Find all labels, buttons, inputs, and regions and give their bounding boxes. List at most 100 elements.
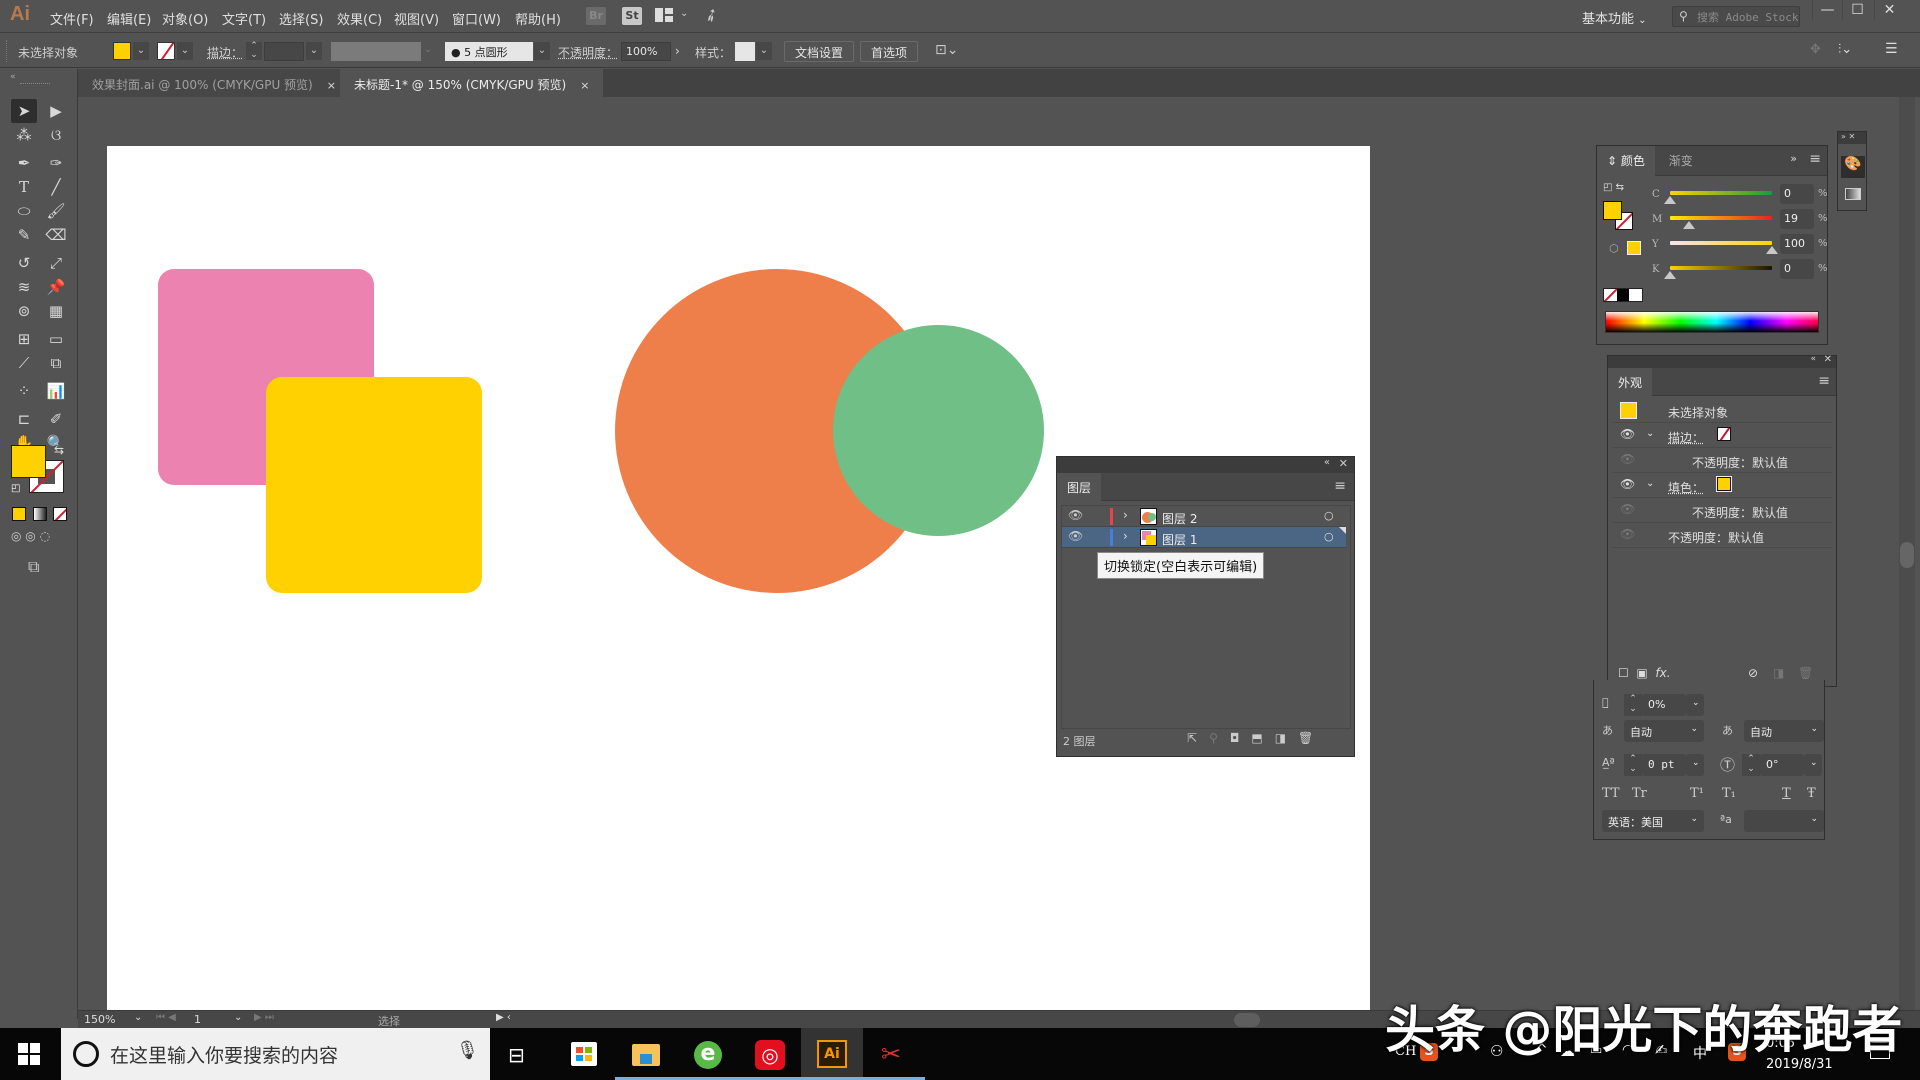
clear-appearance-icon[interactable]: ⊘ bbox=[1748, 666, 1758, 680]
drawing-modes[interactable]: ◎ ◎ ◌ bbox=[11, 529, 71, 549]
tab-gradient[interactable]: 渐变 bbox=[1659, 146, 1703, 175]
expand-panel-icon[interactable]: » bbox=[1790, 152, 1797, 165]
blend-tool-icon[interactable]: ⧉ bbox=[43, 351, 69, 375]
aki-right-select[interactable]: 自动 ⌄ bbox=[1744, 720, 1824, 742]
menu-effect[interactable]: 效果(C) bbox=[337, 9, 382, 28]
visibility-eye-icon[interactable]: 👁 bbox=[1068, 508, 1083, 522]
rotate-tool-icon[interactable]: ↺ bbox=[11, 251, 37, 275]
chevron-down-icon[interactable]: ⌄ bbox=[680, 8, 688, 19]
style-dropdown[interactable]: ⌄ bbox=[756, 42, 772, 60]
layer-name[interactable]: 图层 2 bbox=[1162, 510, 1197, 527]
channel-slider-track[interactable] bbox=[1670, 241, 1772, 245]
tab-layers[interactable]: 图层 bbox=[1057, 473, 1102, 501]
language-select[interactable]: 英语：美国 ⌄ bbox=[1602, 810, 1704, 832]
tab-color[interactable]: ⇕ 颜色 bbox=[1597, 146, 1655, 176]
status-menu-arrow[interactable]: ▶ ‹ bbox=[496, 1012, 511, 1023]
brush-definition[interactable]: ● 5 点圆形 bbox=[445, 42, 533, 61]
menu-window[interactable]: 窗口(W) bbox=[452, 9, 501, 28]
eyedropper-tool-icon[interactable]: ⟋ bbox=[11, 351, 37, 375]
opacity-default-label[interactable]: 不透明度：默认值 bbox=[1692, 504, 1788, 521]
maximize-button[interactable]: ☐ bbox=[1842, 0, 1872, 20]
fill-swatch[interactable] bbox=[1716, 476, 1732, 492]
artboard-tool-icon[interactable]: ⊏ bbox=[11, 407, 37, 431]
subscript-button[interactable]: T₁ bbox=[1722, 786, 1736, 801]
drag-handle[interactable] bbox=[20, 83, 50, 86]
vertical-scrollbar[interactable] bbox=[1899, 97, 1915, 1010]
bridge-icon[interactable]: Br bbox=[586, 7, 606, 25]
anti-aliasing-select[interactable]: ⌄ bbox=[1744, 810, 1824, 832]
fill-row[interactable]: 👁 ⌄ 填色： bbox=[1612, 473, 1832, 498]
delete-item-icon[interactable]: 🗑 bbox=[1798, 666, 1813, 680]
shaper-tool-icon[interactable]: ✎ bbox=[11, 223, 37, 247]
opacity-expand-icon[interactable]: › bbox=[675, 44, 680, 58]
visibility-eye-icon[interactable]: 👁 bbox=[1620, 527, 1635, 541]
channel-value-input[interactable]: 0 bbox=[1780, 184, 1814, 204]
visibility-eye-icon[interactable]: 👁 bbox=[1620, 502, 1635, 516]
scrollbar-thumb[interactable] bbox=[1900, 542, 1914, 568]
curvature-tool-icon[interactable]: ✑ bbox=[43, 151, 69, 175]
drag-handle[interactable] bbox=[6, 40, 8, 62]
magic-wand-tool-icon[interactable]: ⁂ bbox=[11, 123, 37, 147]
export-icon[interactable]: ⇱ bbox=[1187, 731, 1209, 745]
channel-slider-thumb[interactable] bbox=[1766, 246, 1778, 254]
black-swatch[interactable] bbox=[1616, 289, 1630, 301]
task-view-icon[interactable]: ⊟ bbox=[508, 1043, 525, 1067]
microphone-icon[interactable]: 🎙 bbox=[456, 1040, 479, 1061]
underline-button[interactable]: T bbox=[1782, 786, 1791, 801]
stroke-dropdown[interactable]: ⌄ bbox=[177, 42, 193, 60]
minimize-button[interactable]: — bbox=[1812, 0, 1842, 20]
stroke-weight-stepper[interactable]: ⌃ ⌄ bbox=[246, 42, 262, 60]
all-caps-button[interactable]: TT bbox=[1602, 786, 1620, 801]
collapse-panel-icon[interactable]: « bbox=[1324, 457, 1330, 468]
rotation-stepper[interactable]: ⌃ ⌄ bbox=[1742, 754, 1760, 776]
stroke-row[interactable]: 👁 ⌄ 描边： bbox=[1612, 423, 1832, 448]
panel-menu-icon[interactable]: ≡ bbox=[1809, 151, 1821, 167]
adobe-stock-search-input[interactable]: ⚲ 搜索 Adobe Stock bbox=[1672, 6, 1800, 27]
channel-slider-thumb[interactable] bbox=[1664, 271, 1676, 279]
make-clipping-mask-icon[interactable]: ◘ bbox=[1230, 731, 1252, 745]
zoom-level[interactable]: 150% bbox=[84, 1013, 134, 1026]
workspace-switcher[interactable]: 基本功能 ⌄ bbox=[1582, 8, 1647, 27]
color-palette-icon[interactable]: 🎨 bbox=[1841, 156, 1865, 178]
gradient-tool-icon[interactable]: ▭ bbox=[43, 327, 69, 351]
artboard-dropdown[interactable]: ⌄ bbox=[234, 1012, 242, 1023]
tracking-stepper[interactable]: ⌃ ⌄ bbox=[1624, 694, 1642, 716]
visibility-eye-icon[interactable]: 👁 bbox=[1620, 477, 1635, 491]
fill-opacity-row[interactable]: 👁 不透明度：默认值 bbox=[1612, 498, 1832, 523]
channel-value-input[interactable]: 0 bbox=[1780, 259, 1814, 279]
zoom-dropdown[interactable]: ⌄ bbox=[134, 1012, 142, 1023]
menu-help[interactable]: 帮助(H) bbox=[515, 9, 561, 28]
menu-object[interactable]: 对象(O) bbox=[162, 9, 208, 28]
taskbar-app-store[interactable] bbox=[553, 1028, 615, 1080]
close-tab-icon[interactable]: × bbox=[580, 79, 589, 92]
add-fill-icon[interactable]: ▣ bbox=[1636, 666, 1647, 680]
opacity-default-label[interactable]: 不透明度：默认值 bbox=[1668, 529, 1764, 546]
strikethrough-button[interactable]: Ŧ bbox=[1807, 786, 1816, 801]
align-options-icon[interactable]: ⊡⌄ bbox=[935, 42, 958, 58]
gradient-mode-button[interactable] bbox=[33, 507, 47, 521]
direct-selection-tool-icon[interactable]: ▶ bbox=[43, 99, 69, 123]
tab-appearance[interactable]: 外观 bbox=[1608, 368, 1653, 396]
visibility-eye-icon[interactable]: 👁 bbox=[1068, 529, 1083, 543]
first-artboard-button[interactable]: ⏮ ◀ bbox=[156, 1012, 176, 1023]
none-swatch[interactable] bbox=[1604, 289, 1617, 301]
fill-swatch[interactable] bbox=[113, 42, 131, 60]
align-icon[interactable]: ⫶⌄ bbox=[1838, 42, 1852, 57]
eraser-tool-icon[interactable]: ⌫ bbox=[43, 223, 69, 247]
close-panel-icon[interactable]: ✕ bbox=[1339, 457, 1348, 470]
close-tab-icon[interactable]: × bbox=[327, 79, 336, 92]
swap-fill-stroke-icon[interactable]: ⇆ bbox=[54, 443, 64, 457]
object-opacity-row[interactable]: 👁 不透明度：默认值 bbox=[1612, 523, 1832, 548]
layer-row[interactable]: 👁 › 图层 1 ○ bbox=[1062, 527, 1346, 548]
pen-tool-icon[interactable]: ✒ bbox=[11, 151, 37, 175]
expand-chevron-icon[interactable]: › bbox=[1123, 529, 1128, 543]
channel-slider-track[interactable] bbox=[1670, 266, 1772, 270]
mesh-tool-icon[interactable]: ⊞ bbox=[11, 327, 37, 351]
variable-width-profile[interactable] bbox=[331, 42, 421, 61]
duplicate-item-icon[interactable]: ◨ bbox=[1773, 666, 1784, 680]
opacity-input[interactable]: 100% bbox=[621, 42, 671, 61]
lasso-tool-icon[interactable]: ଓ bbox=[43, 123, 69, 147]
brush-dropdown[interactable]: ⌄ bbox=[534, 42, 550, 60]
taskbar-app-snipping[interactable]: ✂ bbox=[863, 1028, 925, 1080]
gradient-panel-icon[interactable] bbox=[1845, 188, 1861, 200]
